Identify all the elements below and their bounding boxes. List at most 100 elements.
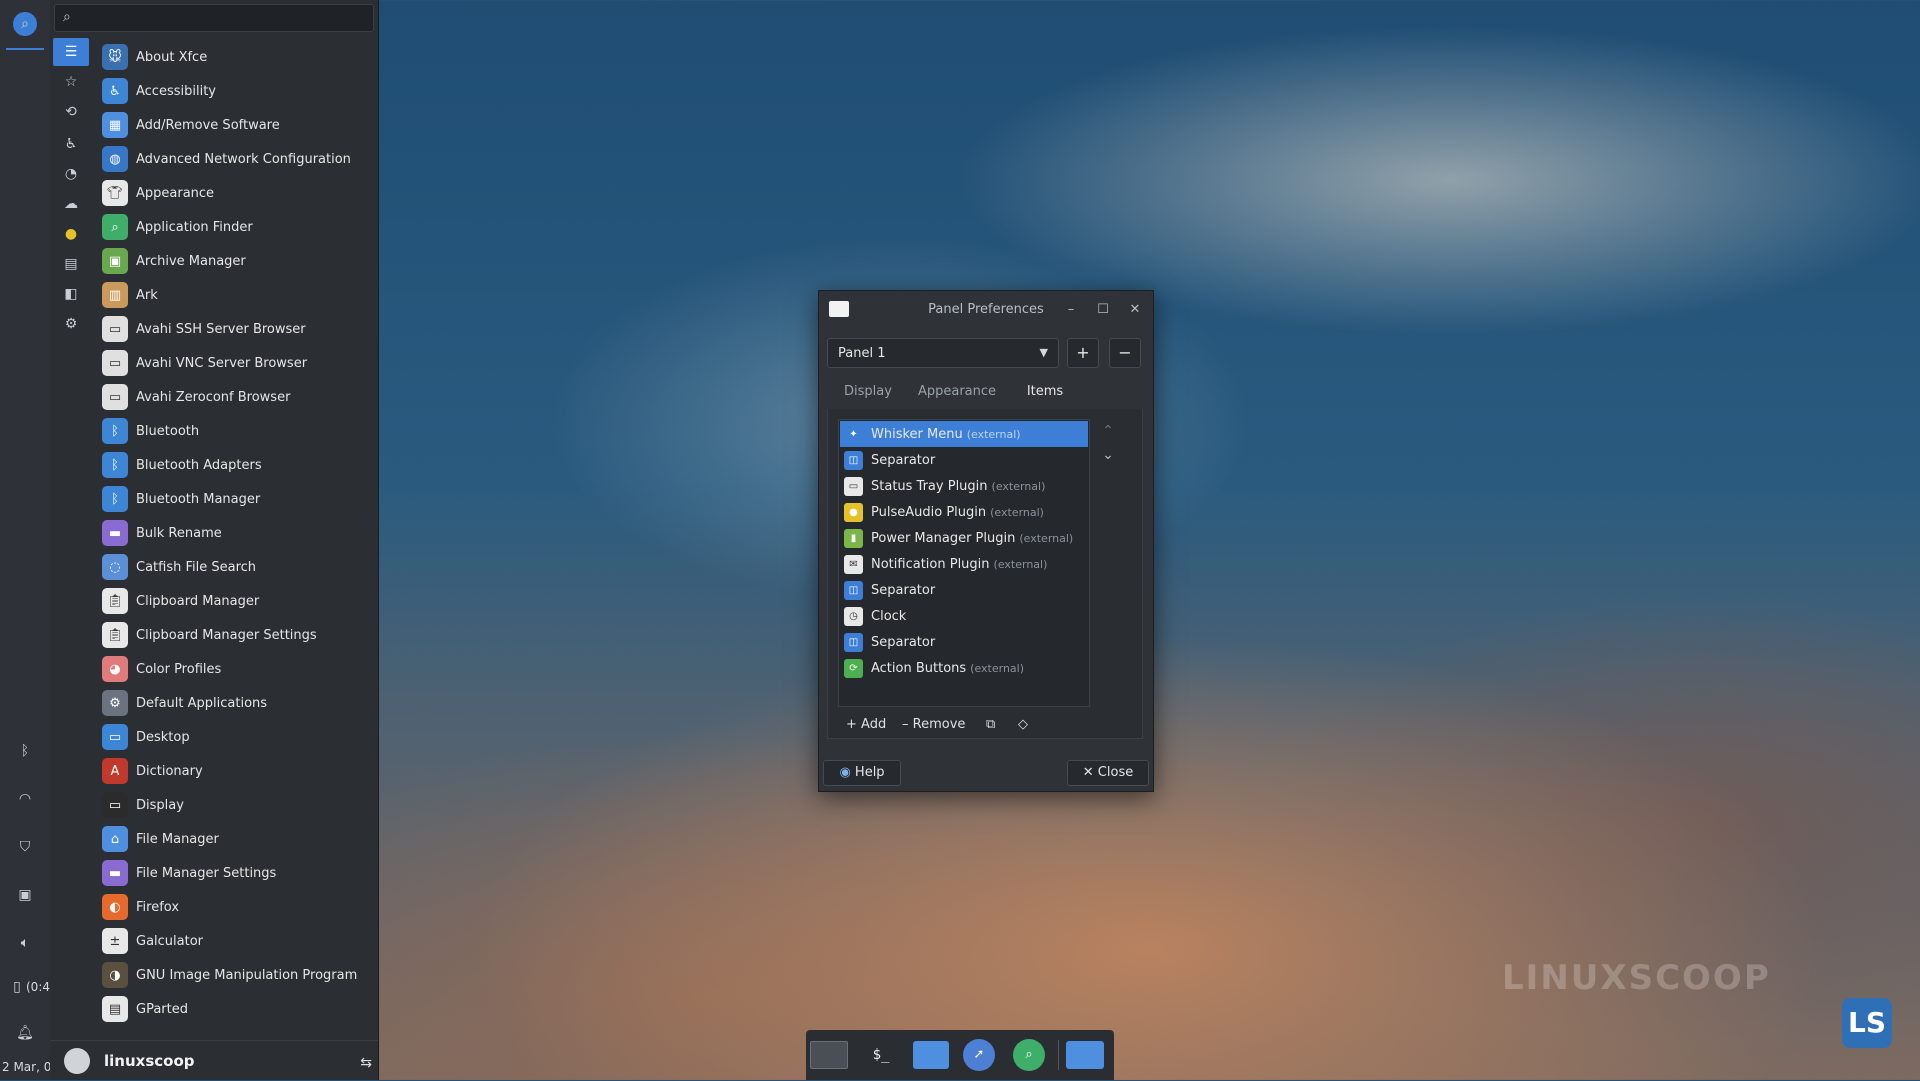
gimp-icon: ◑ [102, 962, 128, 988]
app-item[interactable]: 👕︎ Appearance [96, 176, 376, 210]
shield-icon[interactable]: ⛉ [12, 834, 38, 860]
category-office[interactable]: ▤ [53, 250, 89, 278]
category-recent[interactable]: ⟲ [53, 98, 89, 126]
tab-items[interactable]: Items [1015, 377, 1075, 411]
app-item-label: Desktop [136, 729, 190, 745]
maximize-icon[interactable]: ☐ [1093, 300, 1113, 320]
plugin-item-row[interactable]: ▭ Status Tray Plugin (external) [840, 473, 1088, 499]
show-desktop-button[interactable] [810, 1037, 848, 1073]
bluetooth-icon[interactable]: ᛒ [12, 738, 38, 764]
app-item[interactable]: ▭ Avahi VNC Server Browser [96, 346, 376, 380]
category-favorites[interactable]: ☆ [53, 68, 89, 96]
add-panel-button[interactable]: + [1067, 338, 1099, 368]
app-item[interactable]: ± Galculator [96, 924, 376, 958]
gear-icon: ⚙ [102, 690, 128, 716]
terminal-button[interactable]: $_ [862, 1037, 900, 1073]
search-box[interactable]: ⌕ [54, 4, 374, 32]
plugin-item-row[interactable]: ✉ Notification Plugin (external) [840, 551, 1088, 577]
plugin-item-row[interactable]: ◷ Clock [840, 603, 1088, 629]
category-internet[interactable]: ☁ [53, 190, 89, 218]
globe-icon: ◍ [102, 146, 128, 172]
dialog-titlebar[interactable]: Panel Preferences – ☐ ✕ [819, 291, 1153, 329]
app-item[interactable]: ▬ File Manager Settings [96, 856, 376, 890]
app-item[interactable]: ᛒ Bluetooth Adapters [96, 448, 376, 482]
category-all[interactable]: ☰ [53, 38, 89, 66]
category-multimedia[interactable]: ● [53, 220, 89, 248]
app-item[interactable]: ▥ Ark [96, 278, 376, 312]
app-finder-button[interactable]: ⌕ [1010, 1037, 1048, 1073]
app-item[interactable]: 📋︎ Clipboard Manager Settings [96, 618, 376, 652]
app-item[interactable]: ▭ Avahi SSH Server Browser [96, 312, 376, 346]
category-system[interactable]: ⚙ [53, 310, 89, 338]
ark-icon: ▥ [102, 282, 128, 308]
app-item[interactable]: ◐ Firefox [96, 890, 376, 924]
desktop-icon [810, 1041, 848, 1069]
remove-item-button[interactable]: – Remove [902, 715, 965, 735]
app-item[interactable]: ◍ Advanced Network Configuration [96, 142, 376, 176]
app-item[interactable]: ◕ Color Profiles [96, 652, 376, 686]
tab-appearance[interactable]: Appearance [913, 377, 1001, 409]
app-item[interactable]: A Dictionary [96, 754, 376, 788]
app-item[interactable]: ⌕ Application Finder [96, 210, 376, 244]
folder-button[interactable] [1066, 1037, 1104, 1073]
whisker-menu-button[interactable]: ⌕ [13, 12, 37, 36]
search-input[interactable] [83, 8, 367, 30]
help-button[interactable]: ◉ Help [823, 760, 901, 786]
plugin-item-row[interactable]: ◫ Separator [840, 447, 1088, 473]
app-item[interactable]: ▭ Avahi Zeroconf Browser [96, 380, 376, 414]
app-item[interactable]: ▣ Archive Manager [96, 244, 376, 278]
plugin-item-row[interactable]: ✦ Whisker Menu (external) [840, 421, 1088, 447]
plugin-item-row[interactable]: ● PulseAudio Plugin (external) [840, 499, 1088, 525]
app-item[interactable]: ▭ Desktop [96, 720, 376, 754]
clock-date[interactable]: 2 Mar, 0 [2, 1060, 51, 1074]
plugin-item-row[interactable]: ◫ Separator [840, 629, 1088, 655]
plugin-item-row[interactable]: ◫ Separator [840, 577, 1088, 603]
panel-select[interactable]: Panel 1 ▼ [827, 338, 1059, 368]
close-button[interactable]: ✕ Close [1067, 760, 1149, 786]
app-item-label: Clipboard Manager Settings [136, 627, 317, 643]
camera-icon[interactable]: ▣ [12, 882, 38, 908]
app-item[interactable]: ▬ Bulk Rename [96, 516, 376, 550]
app-item-label: Avahi VNC Server Browser [136, 355, 308, 371]
vertical-panel: ⌕ ᛒ ◠ ⛉ ▣ 🔈︎ ▯ (0:4 🔔︎ 2 Mar, 0 [0, 0, 51, 1080]
move-down-icon[interactable]: ⌄ [1094, 443, 1122, 467]
app-item-label: Appearance [136, 185, 215, 201]
folder-home-icon: ⌂ [102, 826, 128, 852]
plugin-item-row[interactable]: ▮ Power Manager Plugin (external) [840, 525, 1088, 551]
category-development[interactable]: ◔ [53, 160, 89, 188]
tab-display[interactable]: Display [837, 377, 899, 409]
compass-icon: ➚ [963, 1039, 995, 1071]
app-item[interactable]: ᛒ Bluetooth Manager [96, 482, 376, 516]
catfish-icon: ◌ [102, 554, 128, 580]
app-item[interactable]: ▦ Add/Remove Software [96, 108, 376, 142]
app-item[interactable]: 🐭︎ About Xfce [96, 40, 376, 74]
web-browser-button[interactable]: ➚ [960, 1037, 998, 1073]
app-item[interactable]: ◑ GNU Image Manipulation Program [96, 958, 376, 992]
category-settings[interactable]: ◧ [53, 280, 89, 308]
remove-panel-button[interactable]: − [1109, 338, 1141, 368]
category-accessories[interactable]: ♿︎ [53, 130, 89, 158]
app-item[interactable]: ▤ GParted [96, 992, 376, 1026]
about-item-icon[interactable]: ◇ [1018, 715, 1028, 735]
app-item[interactable]: ᛒ Bluetooth [96, 414, 376, 448]
accessibility-icon: ♿︎ [64, 136, 78, 152]
app-item[interactable]: ⚙ Default Applications [96, 686, 376, 720]
notification-icon[interactable]: 🔔︎ [12, 1020, 38, 1046]
app-item[interactable]: 📋︎ Clipboard Manager [96, 584, 376, 618]
app-item[interactable]: ◌ Catfish File Search [96, 550, 376, 584]
app-item[interactable]: ♿︎ Accessibility [96, 74, 376, 108]
minimize-icon[interactable]: – [1061, 300, 1081, 320]
add-item-button[interactable]: + Add [846, 715, 886, 735]
switch-user-icon[interactable]: ⇆ [360, 1055, 372, 1071]
edit-item-icon[interactable]: ⧉ [986, 715, 995, 735]
app-item[interactable]: ⌂ File Manager [96, 822, 376, 856]
move-up-icon[interactable]: ⌃ [1094, 419, 1122, 443]
app-item[interactable]: ▭ Display [96, 788, 376, 822]
plugin-item-row[interactable]: ⟳ Action Buttons (external) [840, 655, 1088, 681]
volume-icon[interactable]: 🔈︎ [12, 930, 38, 956]
file-manager-button[interactable] [912, 1037, 950, 1073]
display-icon: ▭ [102, 792, 128, 818]
wifi-icon[interactable]: ◠ [12, 786, 38, 812]
items-toolbar: + Add – Remove ⧉ ◇ [838, 711, 1090, 739]
close-icon[interactable]: ✕ [1125, 300, 1145, 320]
